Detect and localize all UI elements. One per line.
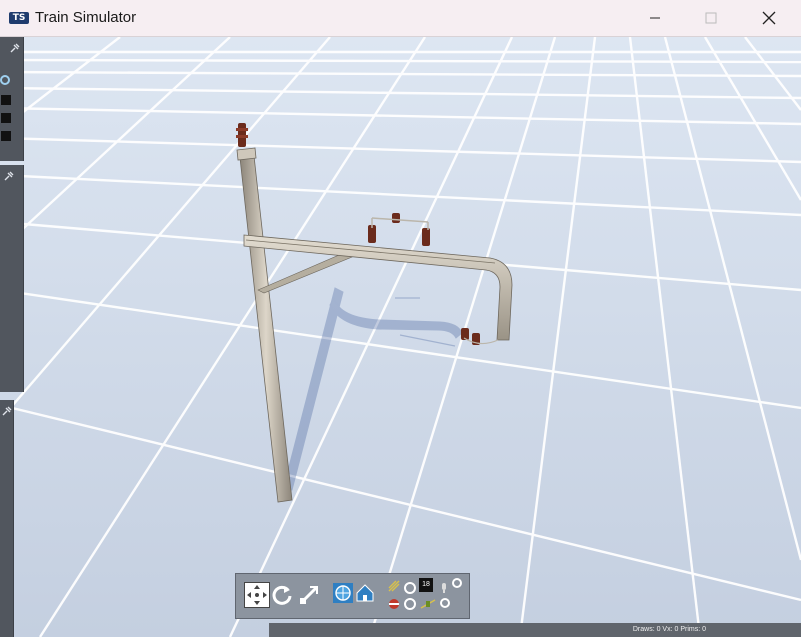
- toggle-radio-3[interactable]: [404, 598, 416, 610]
- move-tool-button[interactable]: [244, 582, 270, 608]
- maximize-button[interactable]: [688, 0, 734, 36]
- toggle-radio-2[interactable]: [452, 578, 462, 588]
- left-panel-top[interactable]: [0, 37, 24, 161]
- home-tool-button[interactable]: [354, 582, 380, 608]
- window-title: Train Simulator: [35, 9, 137, 26]
- track-icon[interactable]: [388, 580, 400, 592]
- status-text: Draws: 0 Vx: 0 Prims: 0: [632, 626, 706, 633]
- status-bar: Draws: 0 Vx: 0 Prims: 0: [269, 623, 801, 637]
- rotate-icon: [272, 585, 292, 605]
- editor-toolbar: 18: [235, 573, 470, 619]
- pin-icon[interactable]: [9, 42, 21, 54]
- home-icon: [356, 584, 374, 602]
- scale-tool-button[interactable]: [296, 582, 322, 608]
- counter-badge: 18: [419, 578, 433, 592]
- title-bar: TS Train Simulator: [0, 0, 801, 37]
- minimize-icon: [650, 17, 660, 19]
- globe-icon: [333, 583, 353, 603]
- scale-icon: [300, 586, 318, 604]
- rotate-tool-button[interactable]: [270, 582, 296, 608]
- toggle-radio-1[interactable]: [404, 582, 416, 594]
- move-icon: [247, 585, 267, 605]
- pin-icon[interactable]: [3, 170, 15, 182]
- left-panel-bottom[interactable]: [0, 400, 14, 637]
- lamp-icon[interactable]: [440, 582, 448, 594]
- close-icon: [762, 11, 776, 25]
- app-logo-icon: TS: [9, 12, 29, 24]
- left-panel-middle[interactable]: [0, 165, 24, 392]
- maximize-icon: [705, 12, 717, 24]
- toggle-radio-4[interactable]: [440, 598, 450, 608]
- swatch-2[interactable]: [1, 113, 11, 123]
- search-icon[interactable]: [0, 75, 10, 85]
- scene-viewport[interactable]: [0, 37, 801, 637]
- swatch-3[interactable]: [1, 131, 11, 141]
- signal-icon[interactable]: [420, 598, 436, 610]
- scene-canvas: [0, 37, 801, 637]
- object-icon[interactable]: [388, 598, 400, 610]
- layer-toggles: 18: [386, 578, 464, 616]
- close-button[interactable]: [746, 0, 792, 36]
- minimize-button[interactable]: [632, 0, 678, 36]
- pin-icon[interactable]: [1, 405, 13, 417]
- swatch-1[interactable]: [1, 95, 11, 105]
